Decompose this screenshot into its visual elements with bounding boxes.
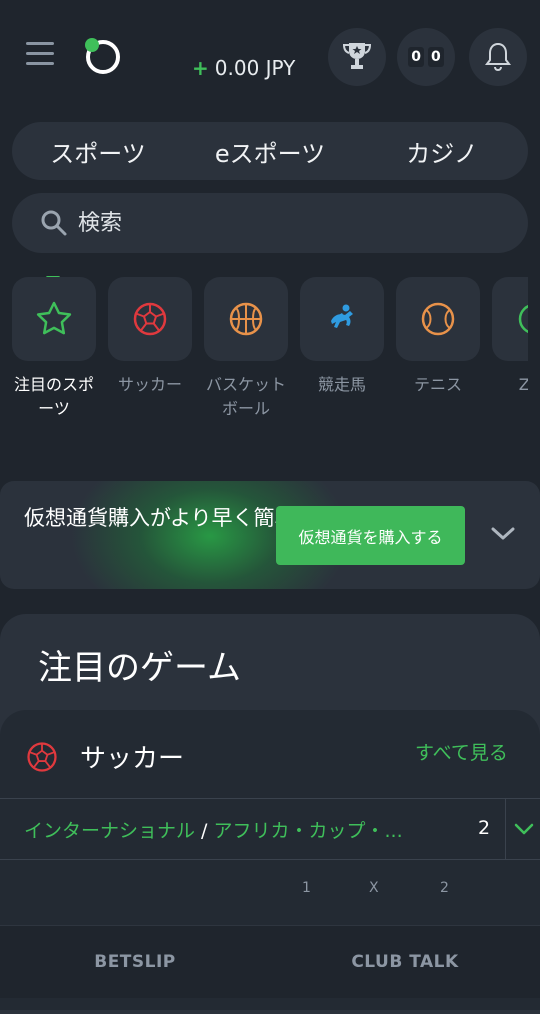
league-match-count: 2 (478, 817, 491, 839)
zeo-icon (518, 304, 528, 334)
search-icon (41, 210, 67, 236)
score-home: 0 (408, 47, 424, 67)
logo-icon[interactable] (82, 36, 122, 76)
section-name: サッカー (80, 744, 185, 774)
category-tile (204, 277, 288, 361)
category-featured[interactable]: 注目のスポーツ (12, 277, 96, 421)
menu-line (26, 42, 54, 45)
category-label: Zeo (518, 375, 528, 394)
category-label: テニス (413, 375, 462, 394)
search-bar[interactable] (12, 193, 528, 253)
category-zeo[interactable]: Zeo (492, 277, 528, 397)
league-row[interactable]: インターナショナル / アフリカ・カップ・... 2 (0, 798, 540, 860)
bottom-nav: BETSLIP CLUB TALK (0, 925, 540, 998)
bell-icon (485, 42, 511, 72)
league-region: インターナショナル (24, 819, 196, 842)
league-separator: / (195, 819, 214, 842)
score-display: 0 0 (408, 47, 444, 67)
main-tabs: スポーツ eスポーツ カジノ (12, 122, 528, 180)
balance[interactable]: +0.00 JPY (192, 56, 295, 80)
category-tennis[interactable]: テニス (396, 277, 480, 397)
menu-button[interactable] (26, 42, 54, 70)
category-tile (492, 277, 528, 361)
category-tile (12, 277, 96, 361)
chevron-down-icon[interactable] (489, 522, 517, 546)
tab-casino[interactable]: カジノ (356, 134, 528, 169)
search-input[interactable] (76, 209, 480, 237)
featured-games-title: 注目のゲーム (38, 648, 241, 688)
category-label: サッカー (117, 375, 182, 394)
soccer-section-header: サッカー (24, 738, 184, 775)
soccer-ball-icon (27, 741, 57, 772)
category-label: 競走馬 (317, 375, 366, 394)
betslip-tab[interactable]: BETSLIP (0, 926, 270, 998)
balance-plus: + (192, 56, 209, 80)
score-button[interactable]: 0 0 (397, 28, 455, 86)
category-tile (108, 277, 192, 361)
menu-line (26, 52, 54, 55)
odds-header-draw: X (369, 880, 379, 896)
notification-button[interactable] (469, 28, 527, 86)
see-all-link[interactable]: すべて見る (415, 738, 508, 765)
club-talk-tab[interactable]: CLUB TALK (270, 926, 540, 998)
soccer-ball-icon (133, 302, 167, 336)
sport-categories: 注目のスポーツ サッカー バスケットボール 競走馬 テニス Z (12, 277, 528, 427)
odds-header-home: 1 (302, 880, 311, 896)
score-away: 0 (428, 47, 444, 67)
tab-esports[interactable]: eスポーツ (184, 134, 356, 169)
category-soccer[interactable]: サッカー (108, 277, 192, 397)
league-name: アフリカ・カップ・... (213, 819, 403, 842)
tab-sports[interactable]: スポーツ (12, 134, 184, 169)
category-tile (396, 277, 480, 361)
odds-header-away: 2 (440, 880, 449, 896)
menu-line (26, 62, 54, 65)
category-horse-racing[interactable]: 競走馬 (300, 277, 384, 397)
star-icon (36, 301, 72, 335)
horse-racing-icon (331, 304, 353, 328)
league-expand-toggle[interactable] (505, 799, 540, 859)
tennis-ball-icon (421, 302, 455, 336)
basketball-icon (229, 302, 263, 336)
category-label: 注目のスポーツ (13, 375, 94, 418)
category-basketball[interactable]: バスケットボール (204, 277, 288, 421)
trophy-button[interactable] (328, 28, 386, 86)
odds-header: 1 X 2 (0, 860, 540, 920)
chevron-down-icon (514, 823, 533, 835)
buy-crypto-button[interactable]: 仮想通貨を購入する (276, 506, 465, 565)
category-tile (300, 277, 384, 361)
balance-amount: 0.00 JPY (214, 56, 296, 80)
trophy-icon (342, 43, 372, 69)
crypto-promo-banner: 仮想通貨購入がより早く簡単に 仮想通貨を購入する (0, 481, 540, 589)
category-label: バスケットボール (205, 375, 286, 418)
league-path: インターナショナル / アフリカ・カップ・... (24, 816, 454, 843)
